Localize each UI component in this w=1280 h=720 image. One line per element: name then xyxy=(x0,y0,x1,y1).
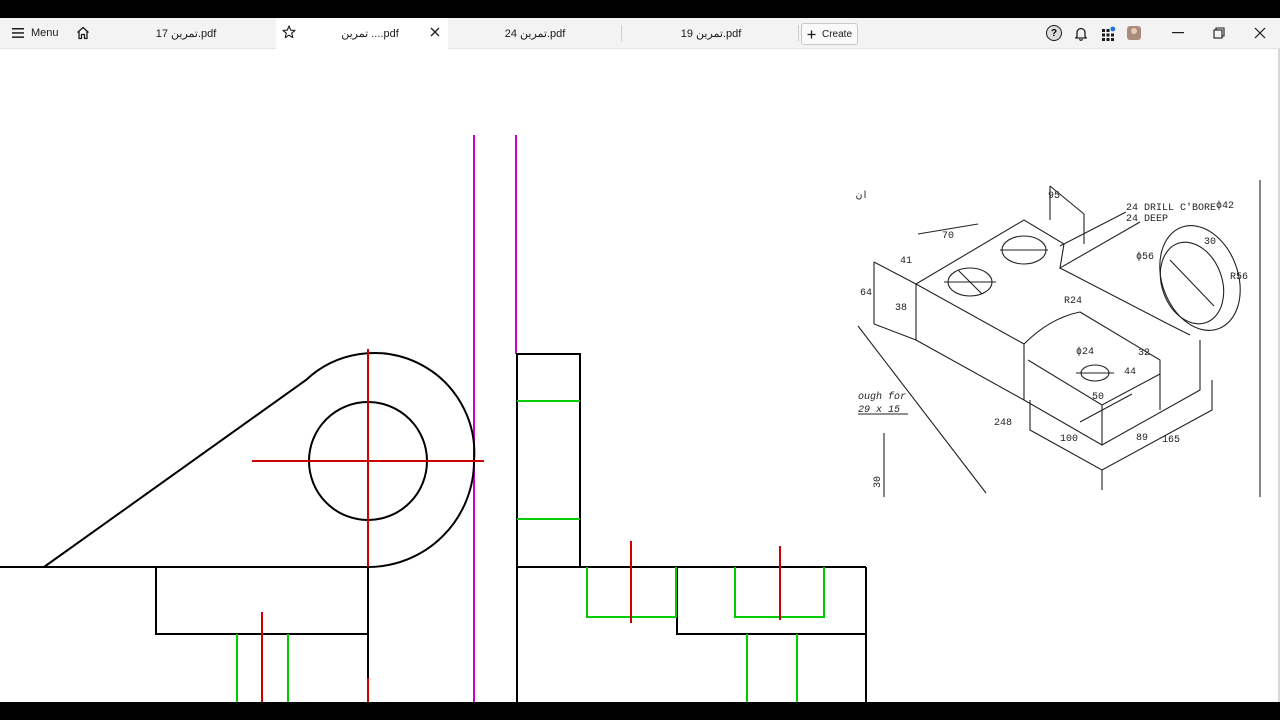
tab-divider xyxy=(621,25,622,41)
dim-label: ϕ56 xyxy=(1136,251,1154,263)
technical-drawing: 95 24 DRILL C'BORE 24 DEEP ϕ42 30 70 41 … xyxy=(0,135,1261,702)
dim-label: 24 DRILL C'BORE xyxy=(1126,202,1216,214)
side-view-center-lines xyxy=(630,541,781,623)
close-window-button[interactable] xyxy=(1246,18,1274,48)
help-glyph: ? xyxy=(1050,27,1058,39)
side-view xyxy=(516,353,867,702)
dim-label: ϕ24 xyxy=(1076,346,1094,358)
create-button[interactable]: Create xyxy=(801,23,858,45)
pdf-viewer-window: Menu تمرین 17.pdf تمرین ....pdf تمرین 24… xyxy=(0,18,1280,702)
home-icon xyxy=(77,26,89,40)
dim-label: 32 xyxy=(1138,348,1150,359)
tab-label: تمرین 17.pdf xyxy=(155,27,217,40)
apps-button[interactable] xyxy=(1095,18,1121,48)
tab-divider xyxy=(798,25,799,41)
dim-label: 24 DEEP xyxy=(1126,214,1168,225)
dim-label: R56 xyxy=(1230,272,1248,283)
close-icon[interactable] xyxy=(430,27,440,37)
menu-button[interactable]: Menu xyxy=(6,18,68,48)
dim-label: 44 xyxy=(1124,367,1136,378)
close-icon xyxy=(1254,27,1266,39)
plus-icon xyxy=(807,30,816,38)
dim-label: 165 xyxy=(1162,435,1180,446)
restore-button[interactable] xyxy=(1205,18,1233,48)
dim-label: R24 xyxy=(1064,296,1082,307)
projection-lines xyxy=(473,135,517,702)
avatar xyxy=(1127,26,1141,40)
dim-label: 64 xyxy=(860,288,872,299)
dim-label: 70 xyxy=(942,231,954,242)
dim-label: 41 xyxy=(900,256,912,267)
bell-icon xyxy=(1075,27,1087,41)
star-icon[interactable] xyxy=(282,25,296,39)
isometric-reference-image xyxy=(857,180,1261,497)
side-note: ough for xyxy=(858,391,906,403)
dim-label: 100 xyxy=(1060,434,1078,445)
tab-document-24[interactable]: تمرین 24.pdf xyxy=(450,18,620,48)
menu-label: Menu xyxy=(31,27,59,39)
minimize-icon xyxy=(1172,32,1184,34)
dim-label: ϕ42 xyxy=(1216,200,1234,212)
notification-dot xyxy=(1109,26,1115,31)
document-page: 95 24 DRILL C'BORE 24 DEEP ϕ42 30 70 41 … xyxy=(0,49,1280,702)
notifications-button[interactable] xyxy=(1068,18,1094,48)
profile-button[interactable] xyxy=(1121,18,1147,48)
tab-label: تمرین 24.pdf xyxy=(504,27,566,40)
apps-grid-icon xyxy=(1101,26,1115,41)
dim-label: 30 xyxy=(1204,237,1216,248)
create-label: Create xyxy=(821,28,852,40)
tab-document-active[interactable]: تمرین ....pdf xyxy=(276,18,448,49)
tab-document-19[interactable]: تمرین 19.pdf xyxy=(624,18,798,48)
dim-label: 248 xyxy=(994,418,1012,429)
help-button[interactable]: ? xyxy=(1041,18,1067,48)
dim-label: 38 xyxy=(895,303,907,314)
tab-label: تمرین 19.pdf xyxy=(680,27,742,40)
minimize-button[interactable] xyxy=(1164,18,1192,48)
home-button[interactable] xyxy=(70,18,96,48)
tab-document-17[interactable]: تمرین 17.pdf xyxy=(98,18,274,48)
dim-label: 89 xyxy=(1136,433,1148,444)
tab-label: تمرین ....pdf xyxy=(341,28,399,40)
help-icon: ? xyxy=(1046,25,1062,41)
side-view-hidden-lines xyxy=(517,400,825,702)
hamburger-icon xyxy=(12,28,24,38)
corner-mark: ان xyxy=(856,190,868,202)
dim-label: 95 xyxy=(1048,191,1060,202)
side-note: 29 x 15 xyxy=(858,405,900,416)
dim-label: 50 xyxy=(1092,392,1104,403)
dim-label: 30 xyxy=(873,476,884,488)
tab-bar: Menu تمرین 17.pdf تمرین ....pdf تمرین 24… xyxy=(0,18,1280,49)
restore-icon xyxy=(1213,27,1225,39)
